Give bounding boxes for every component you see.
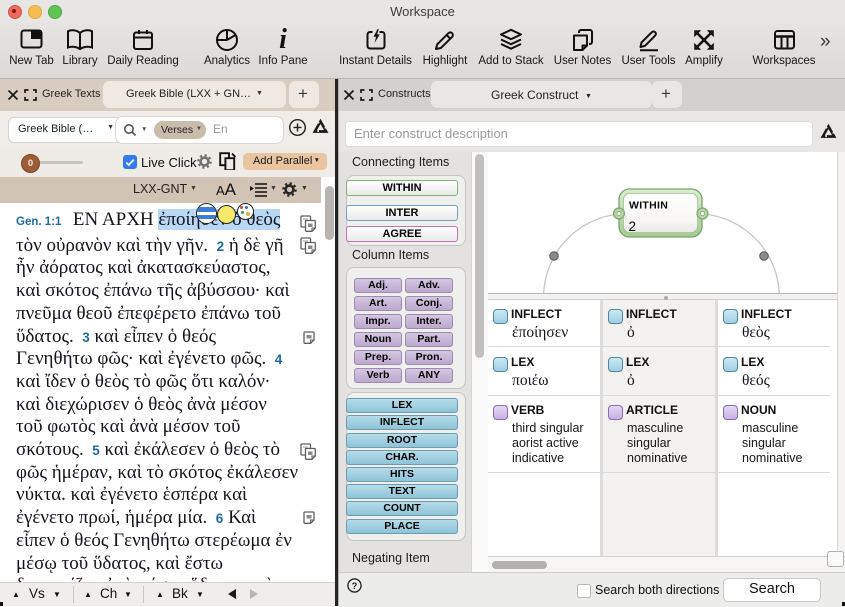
svg-text:?: ? [352,581,358,591]
svg-text:WITHIN: WITHIN [629,200,668,212]
svg-text:i: i [279,27,287,53]
svg-text:2: 2 [629,219,637,234]
